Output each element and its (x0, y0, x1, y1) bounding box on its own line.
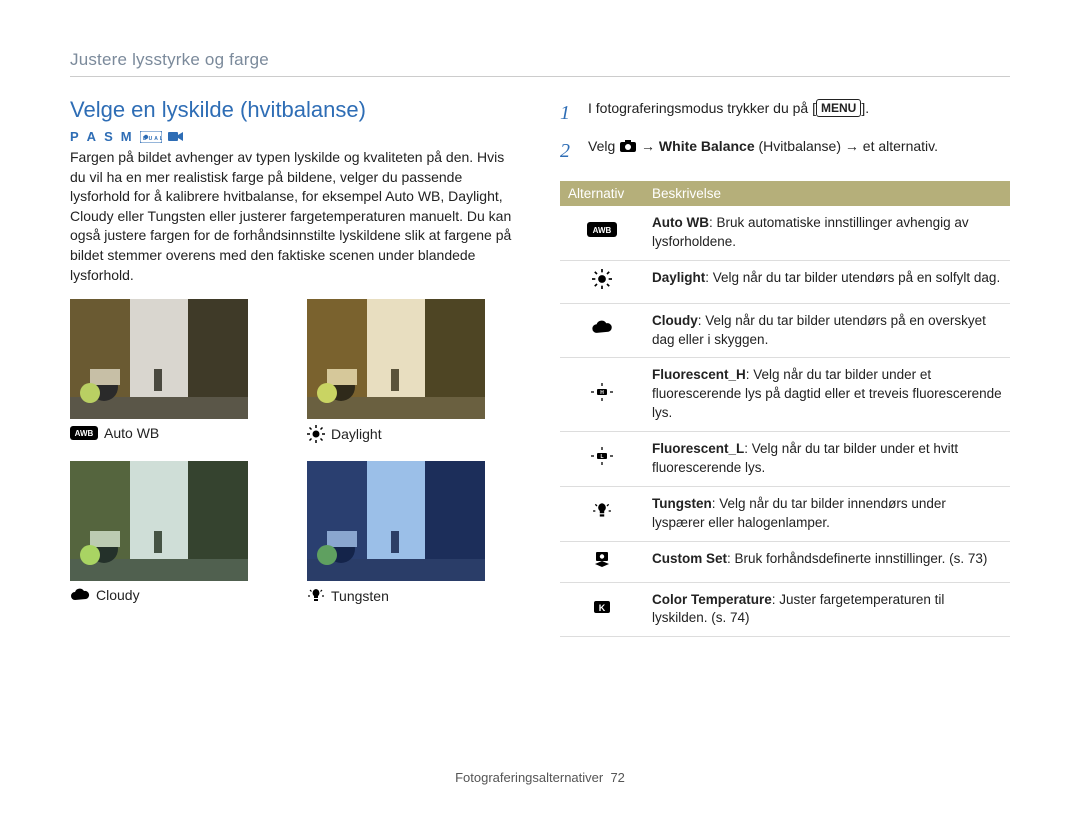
option-title: Fluorescent_H (652, 367, 746, 382)
menu-badge: MENU (816, 99, 861, 117)
table-header-description: Beskrivelse (644, 181, 1010, 206)
table-row: AWB Auto WB: Bruk automatiske innstilling… (560, 206, 1010, 260)
table-row: H Fluorescent_H: Velg når du tar bilder u… (560, 358, 1010, 432)
option-description: Fluorescent_H: Velg når du tar bilder un… (644, 358, 1010, 432)
thumb-label: Daylight (331, 426, 382, 442)
example-image-auto-wb (70, 299, 248, 419)
step-2-mid: (Hvitbalanse) (755, 138, 845, 154)
option-description: Color Temperature: Juster fargetemperatu… (644, 582, 1010, 637)
example-thumbnails: AWB Auto WB (70, 299, 520, 605)
svg-text:AWB: AWB (593, 226, 612, 235)
option-description: Auto WB: Bruk automatiske innstillinger … (644, 206, 1010, 260)
sun-icon (307, 425, 325, 443)
camera-icon (619, 139, 637, 153)
fluoh-icon: H (560, 358, 644, 432)
mode-s: S (104, 129, 115, 144)
table-row: Tungsten: Velg når du tar bilder innendø… (560, 486, 1010, 541)
thumb-auto-wb: AWB Auto WB (70, 299, 248, 443)
mode-a: A (87, 129, 98, 144)
cloud-icon (560, 303, 644, 358)
thumb-tungsten: Tungsten (307, 461, 485, 605)
step-2-text: Velg → White Balance (Hvitbalanse) → et … (588, 135, 938, 167)
svg-text:DUAL: DUAL (143, 136, 162, 142)
bulb-icon (560, 486, 644, 541)
thumb-label: Auto WB (104, 425, 159, 441)
right-column: 1 I fotograferingsmodus trykker du på [M… (560, 97, 1010, 760)
option-description: Daylight: Velg når du tar bilder utendør… (644, 260, 1010, 303)
svg-text:K: K (599, 603, 606, 613)
step-2-bold: White Balance (659, 138, 755, 154)
cloud-icon (70, 588, 90, 602)
step-1-post: ]. (861, 100, 869, 116)
option-title: Cloudy (652, 313, 698, 328)
svg-text:AWB: AWB (75, 429, 94, 438)
left-column: Velge en lyskilde (hvitbalanse) P A S M … (70, 97, 520, 760)
example-image-daylight (307, 299, 485, 419)
awb-icon: AWB (560, 206, 644, 260)
option-title: Custom Set (652, 551, 727, 566)
footer-label: Fotograferingsalternativer (455, 770, 603, 785)
step-number: 2 (560, 135, 578, 167)
table-header-option: Alternativ (560, 181, 644, 206)
step-1-text: I fotograferingsmodus trykker du på [MEN… (588, 97, 869, 129)
thumb-cloudy: Cloudy (70, 461, 248, 605)
option-title: Daylight (652, 270, 705, 285)
step-1-pre: I fotograferingsmodus trykker du på [ (588, 100, 816, 116)
fluol-icon: L (560, 432, 644, 487)
arrow-icon: → (845, 138, 859, 154)
example-image-cloudy (70, 461, 248, 581)
step-number: 1 (560, 97, 578, 129)
mode-dual-icon: DUAL (140, 131, 162, 143)
option-description: Tungsten: Velg når du tar bilder innendø… (644, 486, 1010, 541)
step-2-tail: et alternativ. (859, 138, 938, 154)
mode-movie-icon (168, 131, 184, 142)
step-2-pre: Velg (588, 138, 619, 154)
page-footer: Fotograferingsalternativer 72 (70, 760, 1010, 785)
sun-icon (560, 260, 644, 303)
svg-text:L: L (600, 454, 603, 460)
option-title: Tungsten (652, 496, 712, 511)
kelvin-icon: K (560, 582, 644, 637)
awb-icon: AWB (70, 426, 98, 440)
option-description: Custom Set: Bruk forhåndsdefinerte innst… (644, 541, 1010, 582)
two-column-layout: Velge en lyskilde (hvitbalanse) P A S M … (70, 97, 1010, 760)
section-title: Velge en lyskilde (hvitbalanse) (70, 97, 520, 123)
footer-page: 72 (610, 770, 624, 785)
table-row: Custom Set: Bruk forhåndsdefinerte innst… (560, 541, 1010, 582)
mode-m: M (121, 129, 134, 144)
option-desc-text: : Velg når du tar bilder utendørs på en … (705, 270, 1000, 285)
option-title: Fluorescent_L (652, 441, 744, 456)
table-row: K Color Temperature: Juster fargetemperat… (560, 582, 1010, 637)
bulb-icon (307, 587, 325, 605)
step-1: 1 I fotograferingsmodus trykker du på [M… (560, 97, 1010, 129)
step-2: 2 Velg → White Balance (Hvitbalanse) → e… (560, 135, 1010, 167)
table-row: L Fluorescent_L: Velg når du tar bilder u… (560, 432, 1010, 487)
option-title: Color Temperature (652, 592, 772, 607)
custom-icon (560, 541, 644, 582)
thumb-label: Tungsten (331, 588, 389, 604)
mode-p: P (70, 129, 81, 144)
table-row: Daylight: Velg når du tar bilder utendør… (560, 260, 1010, 303)
breadcrumb: Justere lysstyrke og farge (70, 50, 1010, 77)
option-description: Cloudy: Velg når du tar bilder utendørs … (644, 303, 1010, 358)
option-description: Fluorescent_L: Velg når du tar bilder un… (644, 432, 1010, 487)
option-desc-text: : Velg når du tar bilder utendørs på en … (652, 313, 986, 347)
mode-indicators: P A S M DUAL (70, 129, 520, 144)
svg-text:H: H (600, 390, 604, 396)
steps-list: 1 I fotograferingsmodus trykker du på [M… (560, 97, 1010, 167)
thumb-label: Cloudy (96, 587, 140, 603)
example-image-tungsten (307, 461, 485, 581)
option-title: Auto WB (652, 215, 709, 230)
option-desc-text: : Bruk forhåndsdefinerte innstillinger. … (727, 551, 987, 566)
options-table: Alternativ Beskrivelse AWBAuto WB: Bruk … (560, 181, 1010, 637)
table-row: Cloudy: Velg når du tar bilder utendørs … (560, 303, 1010, 358)
arrow-icon: → (641, 138, 655, 154)
intro-paragraph: Fargen på bildet avhenger av typen lyski… (70, 148, 520, 285)
thumb-daylight: Daylight (307, 299, 485, 443)
